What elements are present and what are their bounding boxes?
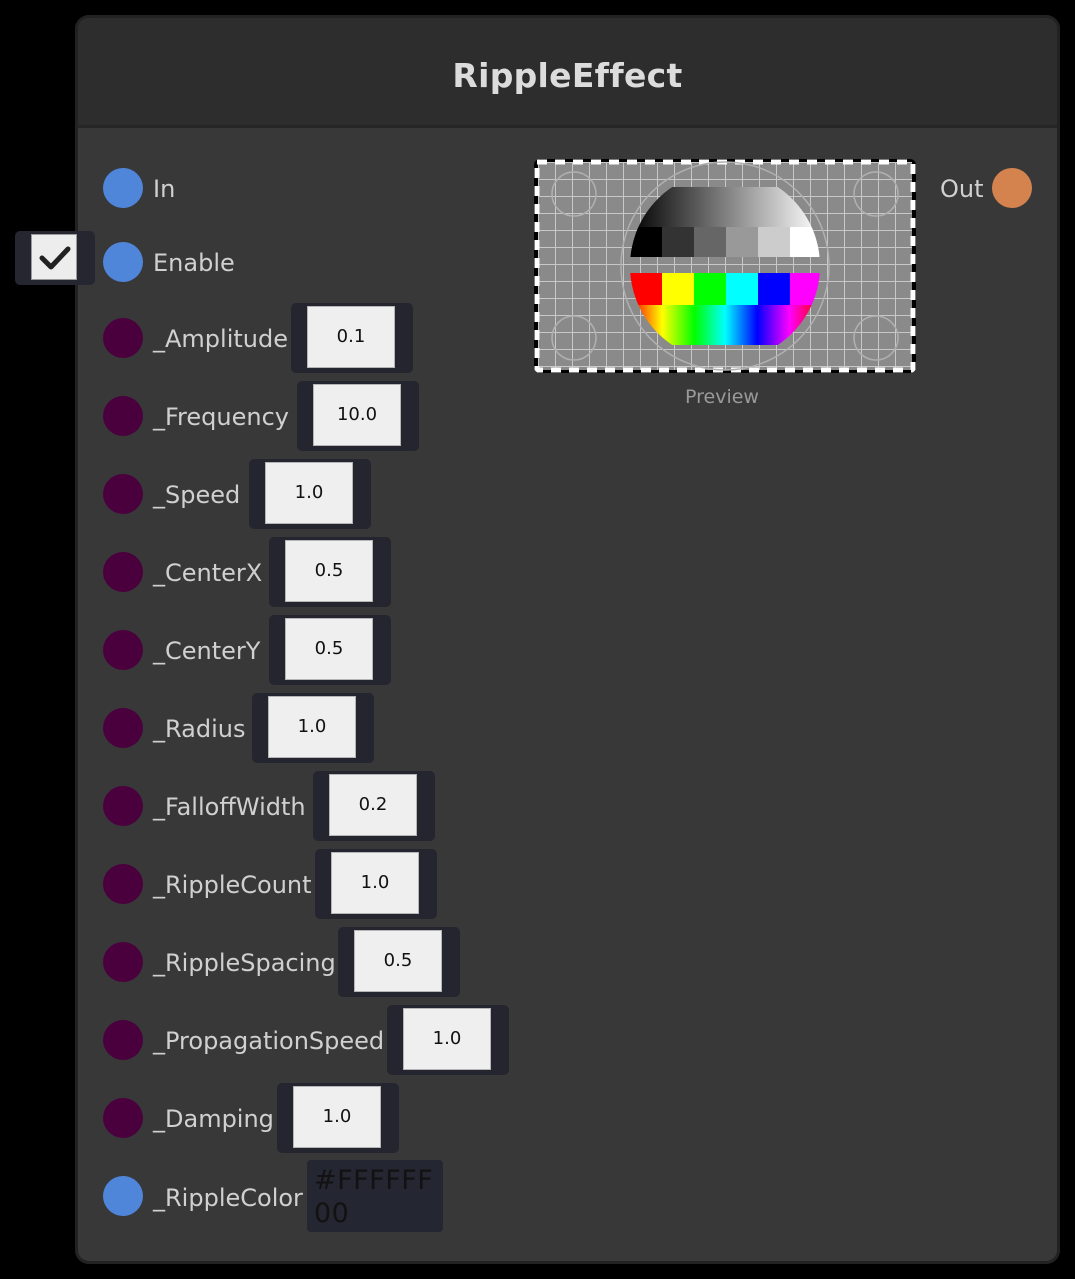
in-port-label: In xyxy=(153,175,176,203)
ripplespacing-port[interactable] xyxy=(103,942,143,982)
test-pattern-graphic xyxy=(534,159,916,373)
radius-field-frame: 1.0 xyxy=(252,693,374,763)
speed-port[interactable] xyxy=(103,474,143,514)
ripplecolor-input[interactable]: #FFFFFF00 xyxy=(307,1160,443,1232)
propagationspeed-field-frame: 1.0 xyxy=(387,1005,509,1075)
checkmark-icon xyxy=(39,246,71,270)
frequency-input[interactable]: 10.0 xyxy=(313,384,401,446)
radius-port[interactable] xyxy=(103,708,143,748)
radius-input[interactable]: 1.0 xyxy=(268,696,356,758)
ripplespacing-input[interactable]: 0.5 xyxy=(354,930,442,992)
centery-port[interactable] xyxy=(103,630,143,670)
ripplecolor-port[interactable] xyxy=(103,1176,143,1216)
frequency-port[interactable] xyxy=(103,396,143,436)
node-header[interactable]: RippleEffect xyxy=(78,18,1057,128)
damping-port[interactable] xyxy=(103,1098,143,1138)
centery-label: _CenterY xyxy=(153,637,261,665)
enable-port-label: Enable xyxy=(153,249,235,277)
radius-label: _Radius xyxy=(153,715,246,743)
falloffwidth-field-frame: 0.2 xyxy=(313,771,435,841)
node-title: RippleEffect xyxy=(452,56,683,95)
propagationspeed-input[interactable]: 1.0 xyxy=(403,1008,491,1070)
ripplecount-label: _RippleCount xyxy=(153,871,312,899)
ripplecount-input[interactable]: 1.0 xyxy=(331,852,419,914)
amplitude-label: _Amplitude xyxy=(153,325,288,353)
speed-field-frame: 1.0 xyxy=(249,459,371,529)
falloffwidth-input[interactable]: 0.2 xyxy=(329,774,417,836)
centerx-port[interactable] xyxy=(103,552,143,592)
enable-checkbox[interactable] xyxy=(31,234,77,280)
out-port[interactable] xyxy=(992,168,1032,208)
out-port-label: Out xyxy=(940,175,984,203)
falloffwidth-port[interactable] xyxy=(103,786,143,826)
ripplespacing-field-frame: 0.5 xyxy=(338,927,460,997)
centery-input[interactable]: 0.5 xyxy=(285,618,373,680)
preview-image xyxy=(534,159,916,373)
ripplecount-port[interactable] xyxy=(103,864,143,904)
falloffwidth-label: _FalloffWidth xyxy=(153,793,306,821)
centerx-input[interactable]: 0.5 xyxy=(285,540,373,602)
propagationspeed-port[interactable] xyxy=(103,1020,143,1060)
enable-toggle[interactable] xyxy=(15,231,95,285)
damping-label: _Damping xyxy=(153,1105,274,1133)
ripplecount-field-frame: 1.0 xyxy=(315,849,437,919)
enable-port[interactable] xyxy=(103,242,143,282)
centery-field-frame: 0.5 xyxy=(269,615,391,685)
ripplecolor-label: _RippleColor xyxy=(153,1184,303,1212)
ripplespacing-label: _RippleSpacing xyxy=(153,949,336,977)
amplitude-port[interactable] xyxy=(103,318,143,358)
in-port[interactable] xyxy=(103,168,143,208)
frequency-field-frame: 10.0 xyxy=(297,381,419,451)
speed-input[interactable]: 1.0 xyxy=(265,462,353,524)
speed-label: _Speed xyxy=(153,481,241,509)
frequency-label: _Frequency xyxy=(153,403,289,431)
damping-input[interactable]: 1.0 xyxy=(293,1086,381,1148)
amplitude-field-frame: 0.1 xyxy=(291,303,413,373)
propagationspeed-label: _PropagationSpeed xyxy=(153,1027,385,1055)
centerx-field-frame: 0.5 xyxy=(269,537,391,607)
amplitude-input[interactable]: 0.1 xyxy=(307,306,395,368)
centerx-label: _CenterX xyxy=(153,559,263,587)
preview-caption: Preview xyxy=(685,386,759,408)
damping-field-frame: 1.0 xyxy=(277,1083,399,1153)
